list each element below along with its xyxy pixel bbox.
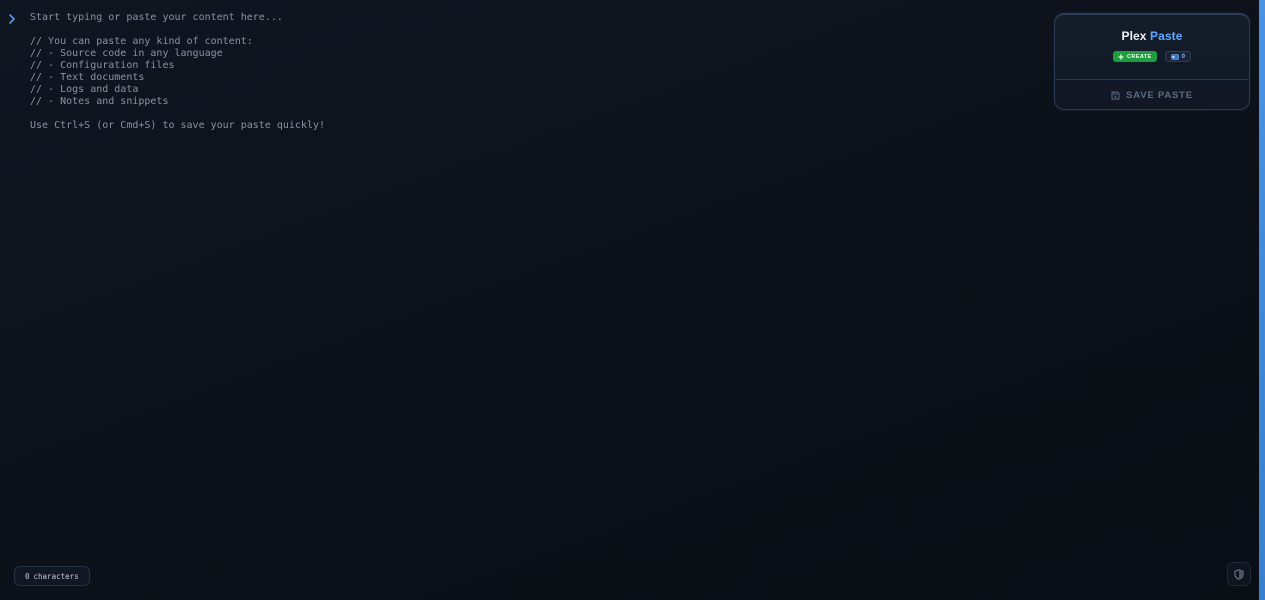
panel-header: Plex Paste CREATE 0 xyxy=(1055,14,1249,80)
brand-name-paste: Paste xyxy=(1150,29,1183,43)
paste-editor[interactable] xyxy=(30,12,1030,552)
brand-name-plex: Plex xyxy=(1121,29,1147,43)
brand-title: Plex Paste xyxy=(1055,14,1249,43)
chevron-right-icon xyxy=(9,14,15,24)
paste-count-badge: 0 xyxy=(1164,51,1191,62)
scrollbar-thumb[interactable] xyxy=(1259,0,1265,600)
character-count-label: characters xyxy=(33,571,79,581)
character-counter: 0 characters xyxy=(14,566,90,586)
plus-icon xyxy=(1118,54,1124,59)
shield-icon xyxy=(1234,568,1244,580)
scrollbar-track[interactable] xyxy=(1259,0,1265,600)
create-badge[interactable]: CREATE xyxy=(1113,51,1157,62)
character-count-value: 0 xyxy=(25,571,30,581)
floppy-disk-icon xyxy=(1111,91,1120,99)
paste-panel: Plex Paste CREATE 0 SAVE PASTE xyxy=(1054,13,1250,110)
create-badge-label: CREATE xyxy=(1127,53,1152,60)
paste-count-value: 0 xyxy=(1181,53,1185,60)
privacy-button[interactable] xyxy=(1227,562,1251,586)
badge-row: CREATE 0 xyxy=(1055,51,1249,62)
id-card-icon xyxy=(1170,53,1179,60)
save-paste-button[interactable]: SAVE PASTE xyxy=(1055,80,1249,109)
save-paste-label: SAVE PASTE xyxy=(1126,89,1193,101)
